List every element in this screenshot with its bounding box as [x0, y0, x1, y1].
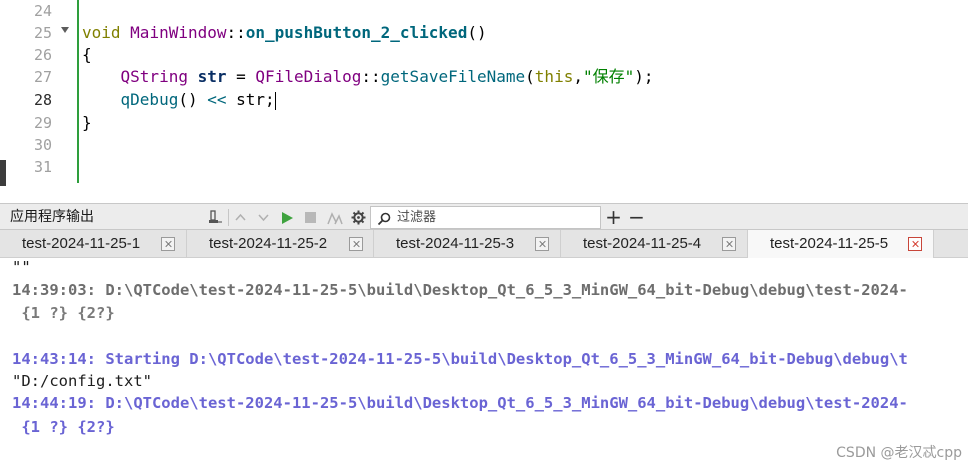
toolbar-separator: [228, 209, 229, 226]
stream-operator: <<: [207, 90, 227, 109]
close-icon[interactable]: [535, 237, 549, 251]
scope-operator: ::: [226, 23, 246, 42]
tab-test-2024-11-25-1[interactable]: test-2024-11-25-1: [0, 230, 187, 258]
function-name: on_pushButton_2_clicked: [245, 23, 468, 42]
up-arrow-icon[interactable]: [232, 209, 249, 226]
line-number-gutter: 24 25 26 27 28 29 30 31: [6, 0, 53, 203]
line-number: 24: [33, 2, 52, 20]
class-name: QFileDialog: [255, 67, 362, 86]
close-icon[interactable]: [908, 237, 922, 251]
keyword: void: [82, 23, 121, 42]
output-line: 14:43:14: Starting D:\QTCode\test-2024-1…: [12, 350, 908, 368]
tab-label: test-2024-11-25-5: [770, 235, 889, 252]
code-line-28[interactable]: qDebug() << str;: [82, 89, 277, 111]
tab-label: test-2024-11-25-3: [396, 235, 515, 252]
assign-operator: =: [226, 67, 256, 86]
parens: (): [467, 23, 487, 42]
search-icon: [377, 211, 391, 230]
tab-test-2024-11-25-2[interactable]: test-2024-11-25-2: [187, 230, 374, 258]
modified-lines-bar: [77, 0, 79, 183]
function-name: getSaveFileName: [380, 67, 526, 86]
minus-icon[interactable]: −: [628, 207, 645, 227]
text-caret: [274, 91, 277, 110]
run-icon[interactable]: [278, 209, 295, 226]
line-number: 29: [33, 114, 52, 132]
application-output[interactable]: "" 14:39:03: D:\QTCode\test-2024-11-25-5…: [0, 258, 968, 468]
down-arrow-icon[interactable]: [255, 209, 272, 226]
variable-name: str: [197, 67, 227, 86]
output-line: "": [12, 258, 31, 276]
string-literal: "保存": [582, 67, 635, 86]
code-line-25[interactable]: void MainWindow::on_pushButton_2_clicked…: [82, 22, 487, 44]
code-line-27[interactable]: QString str = QFileDialog::getSaveFileNa…: [82, 66, 654, 88]
fold-column: [53, 0, 79, 183]
plus-icon[interactable]: +: [605, 207, 622, 227]
comma: ,: [573, 67, 583, 86]
gear-icon[interactable]: [350, 209, 367, 226]
scope-operator: ::: [361, 67, 381, 86]
line-number: 27: [33, 68, 52, 86]
output-line: {1 ?} {2?}: [12, 304, 115, 322]
close-icon[interactable]: [722, 237, 736, 251]
code-editor[interactable]: 24 25 26 27 28 29 30 31 void MainWindow:…: [0, 0, 968, 203]
fold-collapse-icon[interactable]: [61, 27, 69, 33]
settings-icon[interactable]: [326, 209, 343, 226]
output-pane-toolbar: 应用程序输出 过滤器 + −: [0, 203, 968, 230]
paren: );: [634, 67, 654, 86]
watermark: CSDN @老汉忒cpp: [836, 445, 962, 461]
tab-test-2024-11-25-3[interactable]: test-2024-11-25-3: [374, 230, 561, 258]
class-name: MainWindow: [130, 23, 227, 42]
tab-test-2024-11-25-4[interactable]: test-2024-11-25-4: [561, 230, 748, 258]
line-number: 25: [33, 24, 52, 42]
tab-test-2024-11-25-5[interactable]: test-2024-11-25-5: [748, 230, 934, 259]
close-icon[interactable]: [349, 237, 363, 251]
type-name: QString: [120, 67, 188, 86]
output-line: "D:/config.txt": [12, 372, 152, 390]
line-number: 26: [33, 46, 52, 64]
close-brace: }: [82, 113, 92, 132]
output-tab-bar: test-2024-11-25-1 test-2024-11-25-2 test…: [0, 230, 968, 259]
open-brace: {: [82, 45, 92, 64]
keyword: this: [534, 67, 574, 86]
code-line-29[interactable]: }: [82, 112, 92, 134]
output-line: 14:39:03: D:\QTCode\test-2024-11-25-5\bu…: [12, 281, 908, 299]
tab-label: test-2024-11-25-1: [22, 235, 141, 252]
line-number: 31: [33, 158, 52, 176]
line-number-current: 28: [33, 91, 52, 109]
close-icon[interactable]: [161, 237, 175, 251]
function-name: qDebug: [120, 90, 179, 109]
line-number: 30: [33, 136, 52, 154]
parens: (): [178, 90, 208, 109]
filter-input[interactable]: 过滤器: [370, 206, 601, 229]
stop-icon[interactable]: [302, 209, 319, 226]
code-line-26[interactable]: {: [82, 44, 92, 66]
attach-icon[interactable]: [207, 209, 224, 226]
output-line: 14:44:19: D:\QTCode\test-2024-11-25-5\bu…: [12, 394, 908, 412]
tab-label: test-2024-11-25-4: [583, 235, 702, 252]
tab-label: test-2024-11-25-2: [209, 235, 328, 252]
code-text: str;: [226, 90, 275, 109]
pane-title: 应用程序输出: [10, 209, 94, 225]
paren: (: [525, 67, 535, 86]
output-line: {1 ?} {2?}: [12, 418, 115, 436]
filter-placeholder: 过滤器: [397, 210, 437, 225]
